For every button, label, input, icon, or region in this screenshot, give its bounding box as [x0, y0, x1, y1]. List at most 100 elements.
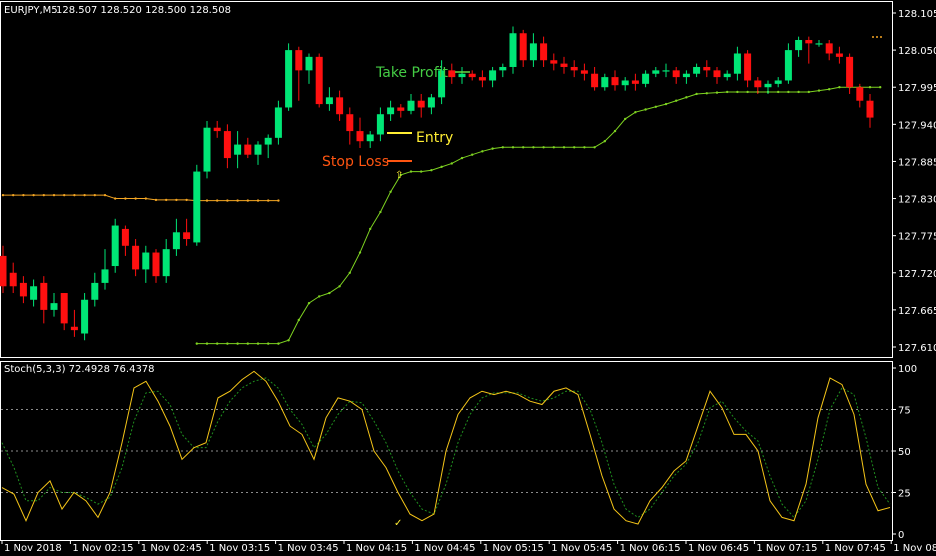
stop-lower-line-dot — [736, 90, 739, 94]
stop-lower-line-dot — [216, 342, 219, 345]
candle-body — [30, 286, 38, 300]
candle-body — [213, 127, 221, 132]
stop-lower-line-dot — [195, 342, 198, 345]
candle-body — [325, 97, 333, 105]
stop-lower-line-dot — [726, 90, 729, 94]
chart-background — [0, 0, 936, 556]
candle-body — [713, 70, 721, 78]
candle-body — [81, 299, 89, 334]
stop-lower-line-dot — [817, 89, 821, 92]
candle-body — [254, 144, 262, 155]
candle-body — [846, 56, 854, 88]
candle-body — [295, 50, 303, 71]
candle-body — [764, 83, 772, 88]
stoch-label: Stoch(5,3,3) 72.4928 76.4378 — [4, 364, 155, 375]
time-tick-label: 1 Nov 07:45 — [825, 543, 886, 554]
candle-body — [274, 107, 282, 138]
candle-body — [754, 80, 762, 88]
candle-body — [376, 114, 384, 135]
stop-lower-line-dot — [828, 88, 831, 91]
time-axis: 1 Nov 2018 1 Nov 02:15 1 Nov 02:45 1 Nov 03… — [1, 540, 936, 554]
candle-body — [805, 39, 813, 44]
stop-upper-line-dot — [52, 193, 56, 197]
candle-body — [346, 114, 354, 132]
candle-body — [550, 60, 558, 64]
stop-lower-line-dot — [358, 251, 362, 254]
candle-body — [336, 97, 344, 115]
stop-lower-line-dot — [634, 110, 637, 114]
candle-body — [152, 252, 160, 277]
candle-body — [540, 43, 548, 61]
stop-loss-label: Stop Loss — [322, 154, 389, 170]
candle-body — [356, 131, 364, 142]
stop-upper-line-dot — [42, 193, 45, 197]
stop-upper-line-dot — [12, 193, 15, 197]
stop-lower-line-dot — [491, 147, 494, 150]
take-profit-label: Take Profit — [375, 65, 449, 81]
stop-upper-line-dot — [154, 198, 158, 202]
stop-lower-line-dot — [787, 90, 790, 94]
candle-body — [183, 232, 191, 240]
stop-lower-line-dot — [838, 86, 841, 89]
stop-upper-line-dot — [226, 199, 229, 202]
candle-body — [132, 245, 140, 270]
stop-lower-line-dot — [501, 146, 504, 149]
stop-lower-line-dot — [297, 318, 300, 322]
price-tick-label: 127.665 — [898, 306, 936, 317]
stop-lower-line-dot — [511, 146, 515, 149]
signal-check-icon: ✓ — [394, 518, 402, 529]
candle-body — [0, 255, 7, 287]
stop-upper-line-dot — [175, 198, 178, 202]
stop-upper-line-dot — [185, 198, 188, 202]
stop-upper-line-dot — [256, 199, 260, 202]
candle-body — [835, 53, 843, 57]
stop-lower-line-dot — [613, 129, 617, 133]
candle-body — [642, 73, 650, 84]
stop-lower-line-dot — [705, 92, 708, 95]
stop-upper-line-dot — [73, 193, 76, 197]
time-tick-label: 1 Nov 07:15 — [756, 543, 817, 554]
candle-body — [458, 73, 466, 78]
stop-lower-line-dot — [685, 96, 688, 99]
stop-upper-line-dot — [62, 193, 66, 197]
candle-body — [264, 137, 272, 145]
price-tick-label: 127.885 — [898, 157, 936, 168]
candle-body — [70, 326, 78, 331]
buy-arrow-icon: ⇧ — [395, 170, 403, 181]
stop-lower-line-dot — [664, 102, 668, 106]
candle-body — [733, 53, 741, 74]
candle-body — [305, 56, 313, 71]
stop-upper-line-dot — [216, 199, 219, 202]
price-tick-label: 127.720 — [898, 269, 936, 280]
candle-body — [580, 70, 588, 74]
stop-lower-line-dot — [277, 342, 280, 345]
candle-body — [397, 107, 405, 111]
stop-lower-line-dot — [879, 86, 882, 89]
stop-lower-line-dot — [471, 153, 474, 156]
stop-lower-line-dot — [868, 86, 872, 89]
stop-lower-line-dot — [460, 156, 464, 160]
price-tick-label: 127.940 — [898, 120, 936, 131]
stop-lower-line-dot — [409, 170, 413, 173]
time-tick-label: 1 Nov 03:15 — [209, 543, 270, 554]
stop-lower-line-dot — [226, 342, 229, 345]
stop-upper-line-dot — [277, 199, 280, 202]
candle-body — [50, 303, 58, 310]
candle-body — [591, 73, 599, 88]
time-tick-label: 1 Nov 02:45 — [141, 543, 202, 554]
stop-lower-line-dot — [318, 295, 321, 298]
candle-body — [40, 282, 48, 310]
stop-lower-line-dot — [450, 162, 453, 165]
stop-upper-line-dot — [267, 199, 270, 202]
candle-body — [489, 70, 497, 81]
stop-lower-line-dot — [440, 165, 443, 169]
price-tick-label: 128.050 — [898, 46, 936, 57]
price-tick-label: 128.105 — [898, 9, 936, 20]
candle-body — [448, 70, 456, 78]
stop-lower-line-dot — [420, 170, 423, 173]
candle-body — [427, 97, 435, 108]
candle-body — [703, 66, 711, 71]
stop-lower-line-dot — [256, 342, 260, 345]
candle-body — [223, 131, 231, 159]
candle-body — [478, 77, 486, 81]
